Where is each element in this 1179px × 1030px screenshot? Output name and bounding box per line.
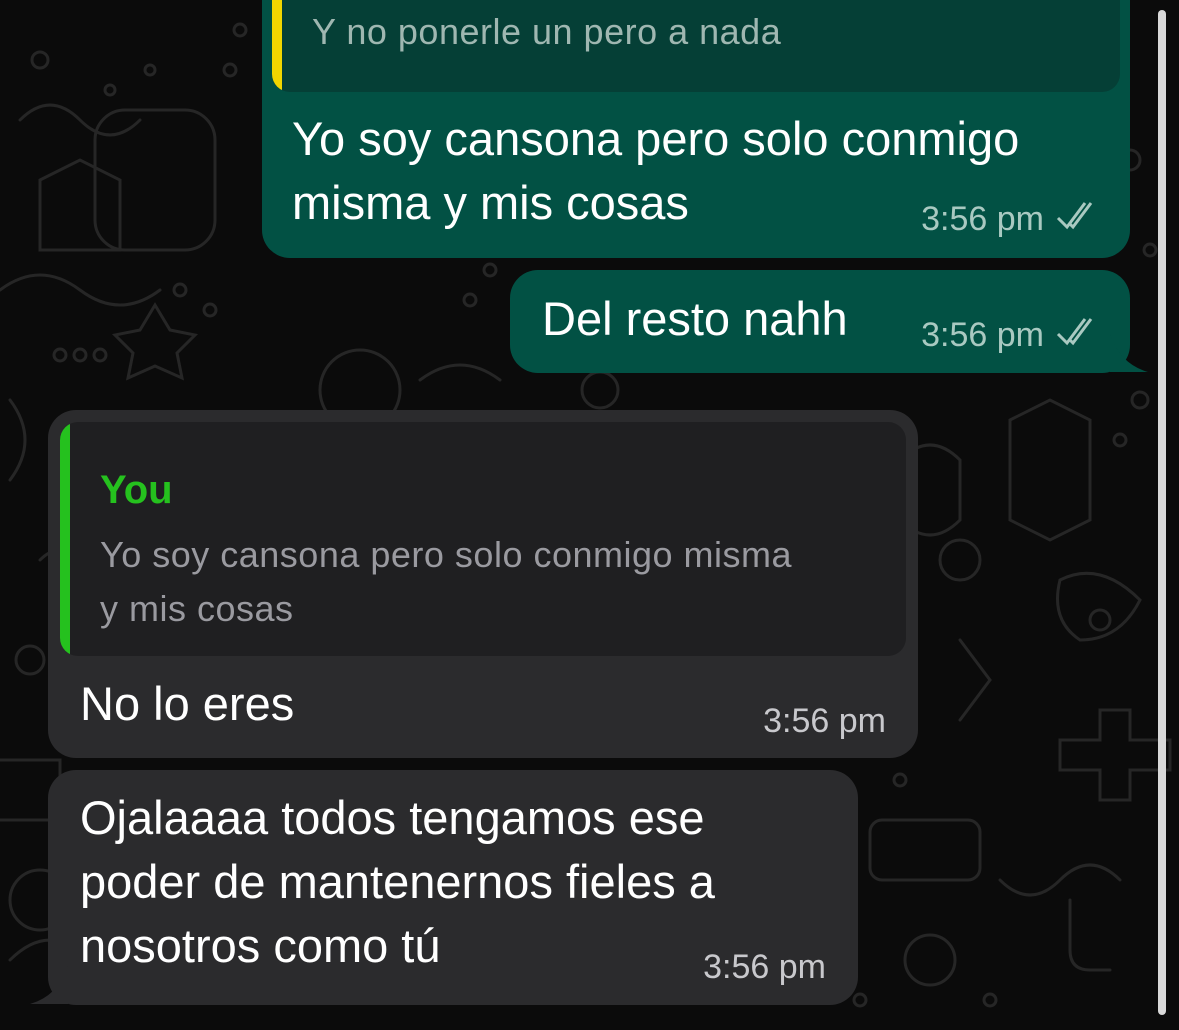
message-bubble-outgoing[interactable]: Del resto nahh 3:56 pm (510, 270, 1130, 373)
message-text-line: poder de mantenernos fieles a (80, 855, 715, 908)
message-bubble-outgoing[interactable]: Y no ponerle un pero a nada Yo soy canso… (262, 0, 1130, 258)
message-time: 3:56 pm (921, 200, 1044, 238)
message-text: Yo soy cansona pero solo conmigo misma y… (292, 107, 1019, 235)
message-time: 3:56 pm (763, 702, 886, 740)
message-text-line: misma y mis cosas (292, 176, 689, 229)
quoted-text-line: y mis cosas (100, 588, 294, 629)
message-text: No lo eres (80, 672, 294, 736)
chat-thread[interactable]: Y no ponerle un pero a nada Yo soy canso… (0, 0, 1179, 1030)
quoted-reply[interactable]: You Yo soy cansona pero solo conmigo mis… (60, 422, 906, 656)
message-text: Ojalaaaa todos tengamos ese poder de man… (80, 786, 715, 978)
quoted-text-line: Yo soy cansona pero solo conmigo misma (100, 534, 793, 575)
quoted-sender-name: You (100, 468, 173, 512)
message-meta: 3:56 pm (703, 948, 826, 987)
message-meta: 3:56 pm (763, 702, 886, 741)
quoted-reply[interactable]: Y no ponerle un pero a nada (272, 0, 1120, 92)
message-text: Del resto nahh (542, 287, 848, 351)
message-text-line: No lo eres (80, 677, 295, 730)
message-text-line: Ojalaaaa todos tengamos ese (80, 791, 705, 844)
message-time: 3:56 pm (703, 948, 826, 986)
bubble-tail (30, 966, 68, 1004)
quote-accent-bar (272, 0, 282, 92)
double-check-icon (1056, 316, 1100, 355)
message-meta: 3:56 pm (921, 200, 1100, 239)
quote-accent-bar (60, 422, 70, 656)
double-check-icon (1056, 200, 1100, 239)
bubble-tail (1110, 334, 1148, 372)
message-time: 3:56 pm (921, 316, 1044, 354)
message-bubble-incoming[interactable]: Ojalaaaa todos tengamos ese poder de man… (48, 770, 858, 1005)
message-meta: 3:56 pm (921, 316, 1100, 355)
message-bubble-incoming[interactable]: You Yo soy cansona pero solo conmigo mis… (48, 410, 918, 758)
message-text-line: nosotros como tú (80, 919, 441, 972)
quoted-message-text: Yo soy cansona pero solo conmigo misma y… (100, 528, 792, 636)
message-text-line: Yo soy cansona pero solo conmigo (292, 112, 1020, 165)
message-text-line: Del resto nahh (542, 292, 848, 345)
scrollbar[interactable] (1158, 10, 1166, 1015)
quoted-message-text: Y no ponerle un pero a nada (312, 11, 782, 52)
